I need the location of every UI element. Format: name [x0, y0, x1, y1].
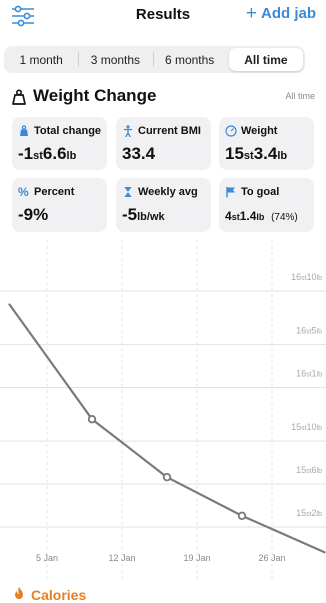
add-jab-label: Add jab: [261, 5, 316, 22]
time-range-selector: 1 month 3 months 6 months All time: [4, 46, 305, 73]
section-title: Weight Change: [33, 86, 157, 105]
to-goal-lb-unit: lb: [256, 212, 265, 222]
header-bar: Results + Add jab: [0, 0, 326, 36]
y-tick-label: 15st2lb: [296, 508, 322, 518]
stat-value-to-goal: 4st1.4lb (74%): [225, 209, 298, 223]
to-goal-percent: (74%): [271, 212, 298, 223]
y-tick-label: 16st1lb: [296, 369, 322, 379]
x-tick-label: 26 Jan: [258, 553, 285, 563]
scale-weight-icon: [10, 88, 28, 106]
stat-label-total-change: Total change: [34, 125, 102, 137]
stat-value-weight: 15st3.4lb: [225, 144, 287, 164]
calories-title: Calories: [31, 586, 87, 603]
stat-label-weight: Weight: [241, 125, 278, 137]
stat-card-weight: Weight 15st3.4lb: [219, 117, 314, 170]
to-goal-st-unit: st: [231, 212, 240, 222]
tab-6-months[interactable]: 6 months: [152, 46, 227, 73]
flame-icon: [12, 586, 26, 603]
weight-st-unit: st: [243, 150, 254, 162]
weekly-avg-number: -5: [122, 205, 138, 224]
hourglass-icon: [122, 186, 134, 198]
tab-3-months[interactable]: 3 months: [78, 46, 152, 73]
stat-value-total-change: -1st6.6lb: [18, 144, 76, 164]
stat-label-to-goal: To goal: [241, 186, 280, 198]
data-point: [237, 511, 247, 520]
to-goal-lb-number: 1.4: [239, 209, 257, 223]
stat-value-weekly-avg: -5lb/wk: [122, 205, 165, 225]
x-tick-label: 19 Jan: [183, 553, 210, 563]
y-tick-label: 15st10lb: [291, 422, 322, 432]
total-change-st-number: -1: [18, 144, 34, 163]
add-jab-button[interactable]: + Add jab: [245, 2, 316, 24]
y-tick-label: 15st6lb: [296, 465, 322, 475]
stat-value-percent: -9%: [18, 205, 49, 224]
x-tick-label: 12 Jan: [108, 553, 135, 563]
weight-lb-number: 3.4: [253, 144, 278, 163]
plus-icon: +: [245, 2, 257, 24]
percent-icon: %: [18, 185, 29, 199]
calories-header: Calories: [12, 586, 86, 603]
weight-bag-icon: [18, 125, 30, 137]
tab-1-month[interactable]: 1 month: [4, 46, 78, 73]
y-tick-label: 16st10lb: [291, 272, 322, 282]
stat-card-current-bmi: Current BMI 33.4: [116, 117, 211, 170]
weight-lb-unit: lb: [277, 150, 288, 162]
gauge-icon: [225, 125, 237, 137]
y-tick-label: 16st5lb: [296, 326, 322, 336]
data-point: [162, 472, 172, 482]
to-goal-st-number: 4: [225, 209, 232, 223]
weekly-avg-unit: lb/wk: [137, 211, 165, 223]
x-tick-label: 5 Jan: [36, 553, 58, 563]
total-change-st-unit: st: [33, 150, 43, 162]
stat-value-current-bmi: 33.4: [122, 144, 156, 163]
stat-label-current-bmi: Current BMI: [138, 125, 201, 137]
weight-st-number: 15: [225, 144, 244, 163]
series-line: [8, 303, 326, 554]
section-range-label: All time: [285, 91, 315, 101]
flag-icon: [225, 186, 237, 198]
stat-label-percent: Percent: [34, 186, 75, 198]
weight-chart: 16st10lb 16st5lb 16st1lb 15st10lb 15st6lb 15s…: [0, 240, 326, 580]
stat-card-total-change: Total change -1st6.6lb: [12, 117, 107, 170]
weight-change-header: Weight Change All time: [0, 86, 326, 110]
total-change-lb-number: 6.6: [42, 144, 67, 163]
person-icon: [122, 125, 134, 138]
stat-label-weekly-avg: Weekly avg: [138, 186, 198, 198]
total-change-lb-unit: lb: [66, 150, 77, 162]
stat-card-to-goal: To goal 4st1.4lb (74%): [219, 178, 314, 232]
stat-card-percent: % Percent -9%: [12, 178, 107, 232]
data-point: [87, 415, 97, 424]
tab-all-time[interactable]: All time: [228, 48, 303, 71]
stat-card-weekly-avg: Weekly avg -5lb/wk: [116, 178, 211, 232]
